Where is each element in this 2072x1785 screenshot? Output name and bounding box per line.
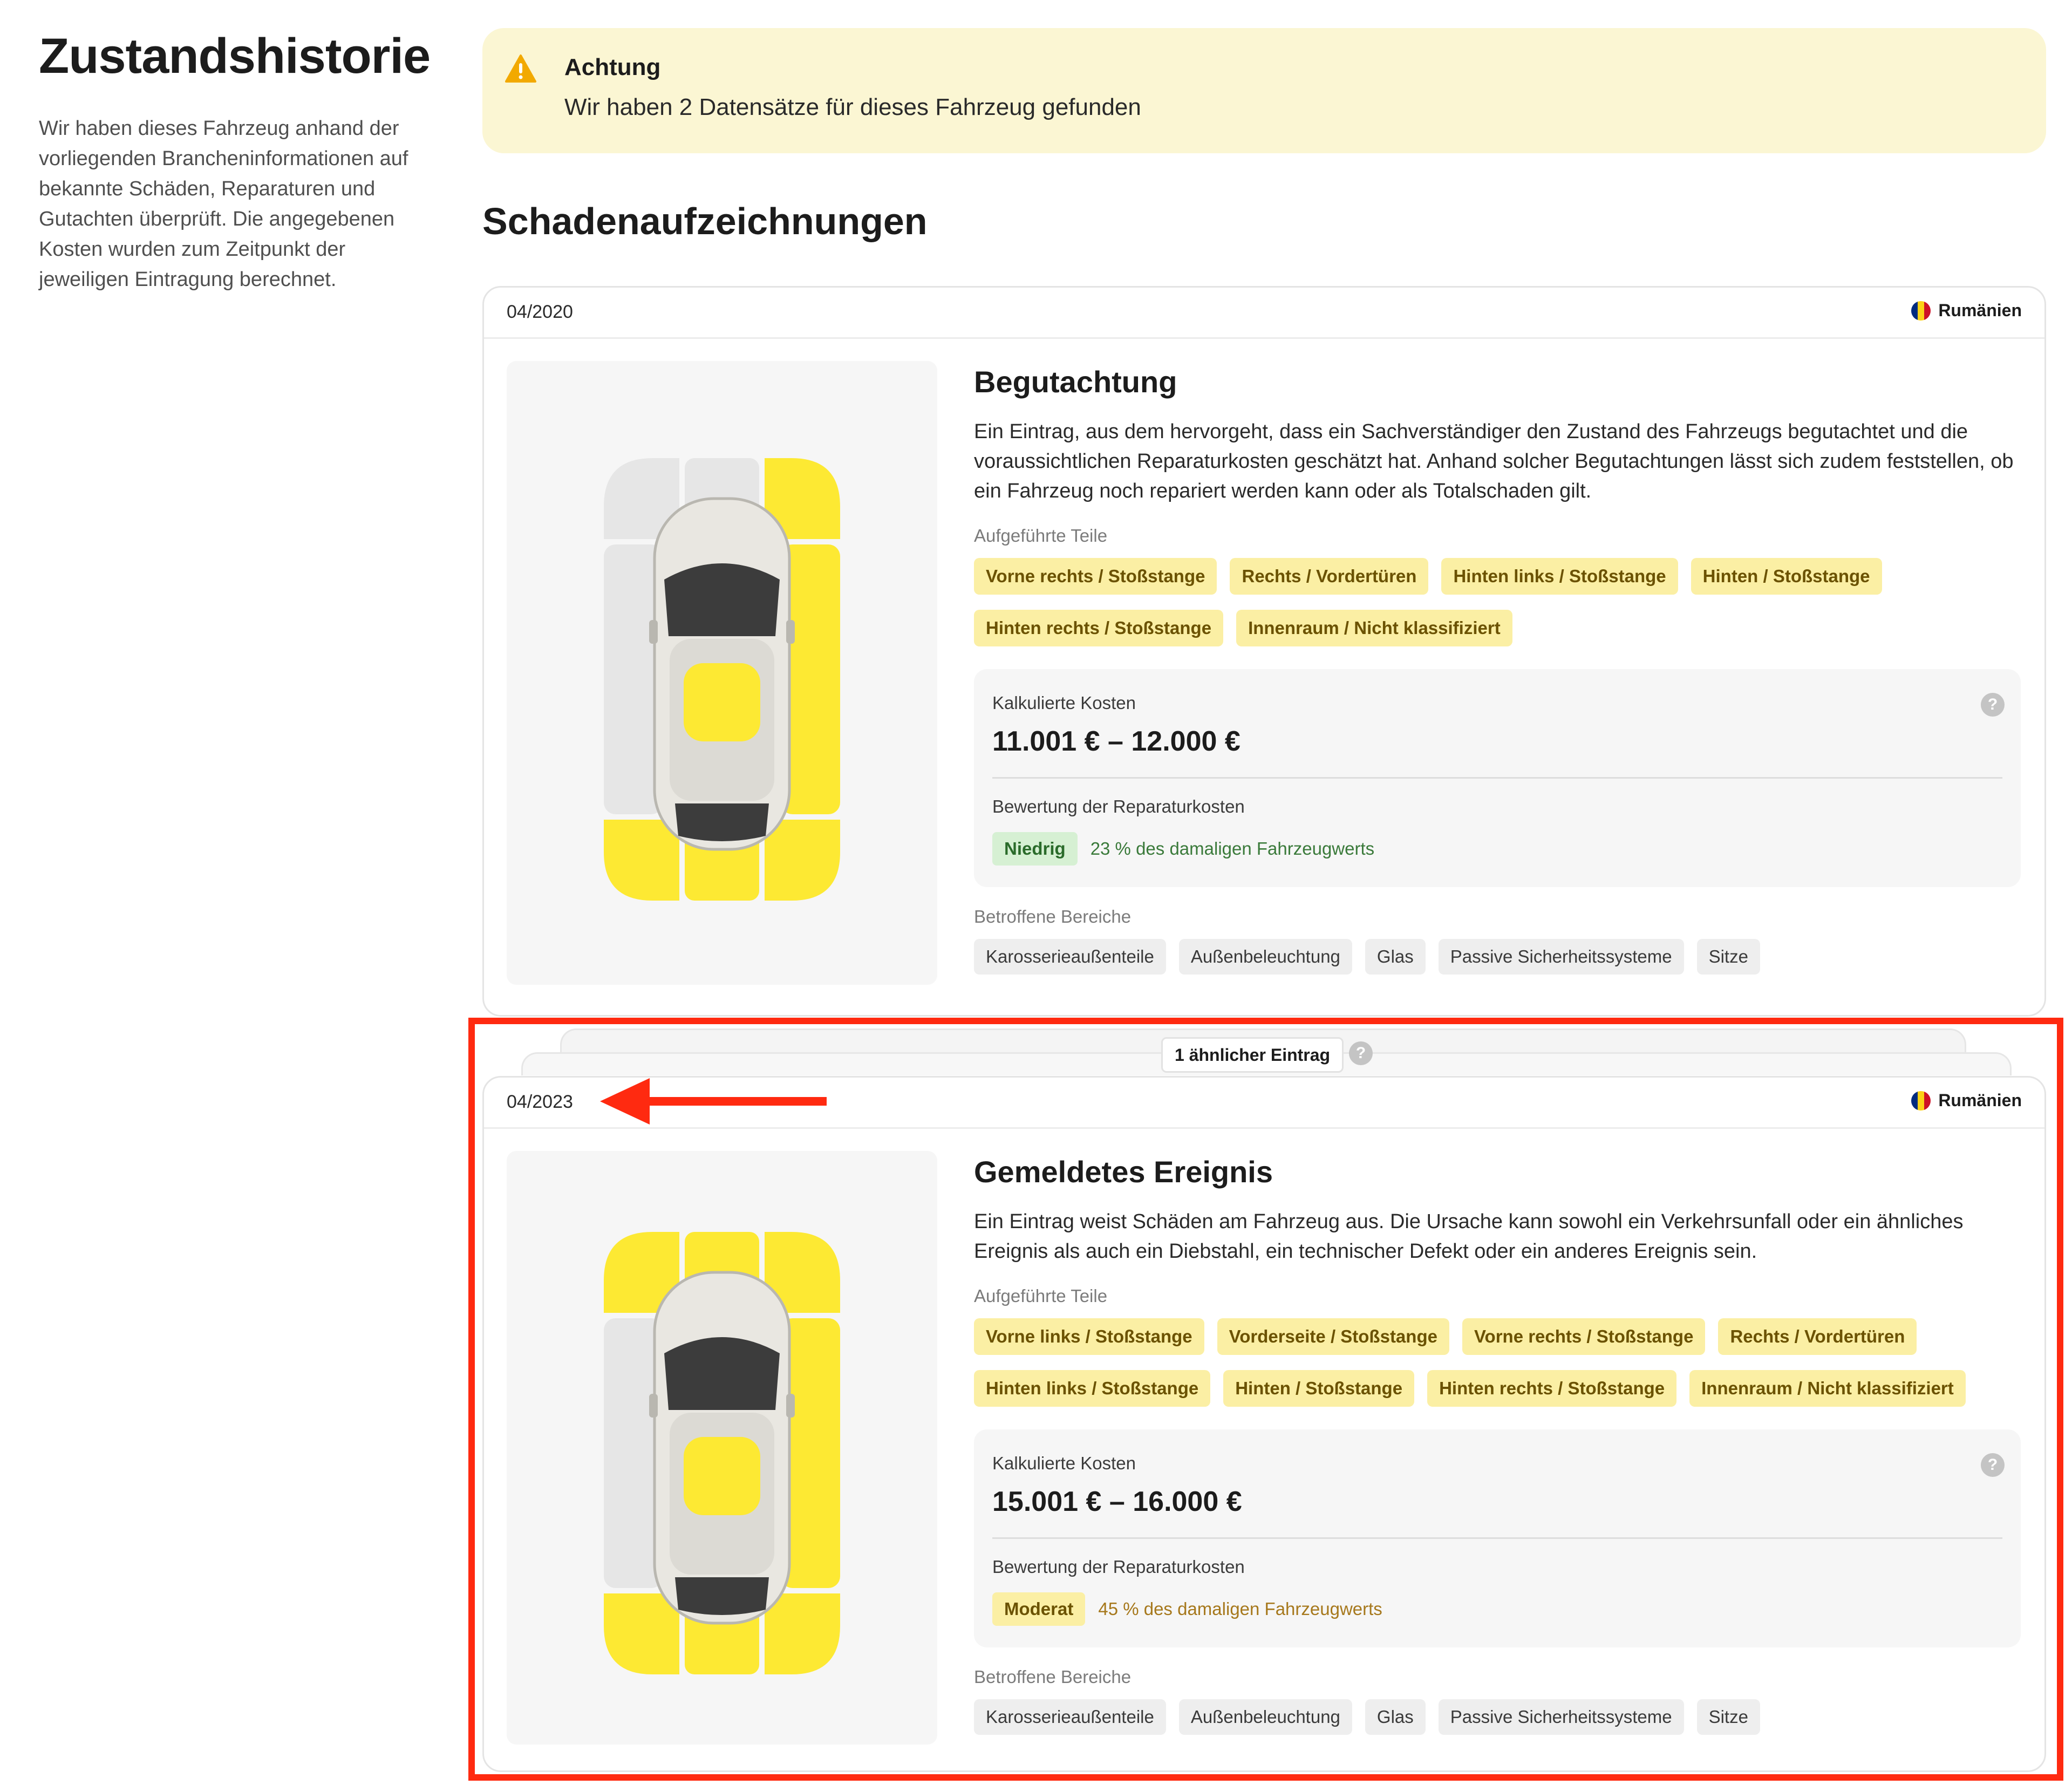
- record-header: 04/2020 Rumänien: [484, 288, 2044, 339]
- record-title: Begutachtung: [974, 365, 1177, 399]
- help-icon[interactable]: ?: [1981, 1453, 2005, 1477]
- area-chip: Sitze: [1696, 939, 1760, 975]
- record-content: Gemeldetes Ereignis Ein Eintrag weist Sc…: [974, 1151, 2021, 1735]
- areas-list: Karosserieaußenteile Außenbeleuchtung Gl…: [974, 939, 2021, 975]
- rating-badge: Moderat: [992, 1592, 1086, 1626]
- part-chip: Hinten rechts / Stoßstange: [1427, 1370, 1677, 1407]
- car-top-view: [604, 1232, 840, 1674]
- romania-flag-icon: [1911, 1091, 1931, 1110]
- record-title: Gemeldetes Ereignis: [974, 1155, 1273, 1189]
- areas-list: Karosserieaußenteile Außenbeleuchtung Gl…: [974, 1699, 2021, 1735]
- areas-label: Betroffene Bereiche: [974, 1667, 1132, 1687]
- part-chip: Rechts / Vordertüren: [1230, 558, 1429, 595]
- record-country: Rumänien: [1911, 1091, 2022, 1110]
- warning-icon: [505, 54, 536, 83]
- parts-list: Vorne rechts / Stoßstange Rechts / Vorde…: [974, 558, 2021, 646]
- rating-label: Bewertung der Reparaturkosten: [992, 1557, 1245, 1577]
- part-chip: Vorne links / Stoßstange: [974, 1318, 1204, 1355]
- record-description: Ein Eintrag, aus dem hervorgeht, dass ei…: [974, 420, 2014, 502]
- intro-text: Wir haben dieses Fahrzeug anhand der vor…: [39, 117, 408, 291]
- area-chip: Glas: [1365, 939, 1426, 975]
- country-name: Rumänien: [1938, 1091, 2022, 1110]
- part-chip: Hinten / Stoßstange: [1691, 558, 1882, 595]
- rating-row: Niedrig 23 % des damaligen Fahrzeugwerts: [992, 832, 1374, 866]
- damage-record-card: 04/2020 Rumänien Begutachtung Ein Eintra…: [482, 286, 2046, 1017]
- rating-badge: Niedrig: [992, 832, 1078, 866]
- zone-interior: [684, 1437, 760, 1515]
- part-chip: Rechts / Vordertüren: [1718, 1318, 1917, 1355]
- arrow-left-icon: [600, 1078, 827, 1125]
- part-chip: Hinten rechts / Stoßstange: [974, 610, 1224, 646]
- cost-box: Kalkulierte Kosten 11.001 € – 12.000 € ?…: [974, 669, 2021, 887]
- record-content: Begutachtung Ein Eintrag, aus dem hervor…: [974, 361, 2021, 975]
- cost-value: 15.001 € – 16.000 €: [992, 1486, 1242, 1517]
- cost-label: Kalkulierte Kosten: [992, 1453, 1136, 1473]
- similar-entry-button[interactable]: 1 ähnlicher Eintrag: [1161, 1037, 1344, 1073]
- divider: [992, 1537, 2002, 1539]
- rating-row: Moderat 45 % des damaligen Fahrzeugwerts: [992, 1592, 1382, 1626]
- part-chip: Hinten links / Stoßstange: [1441, 558, 1678, 595]
- zone-rear-left: [604, 1593, 679, 1674]
- part-chip: Vorne rechts / Stoßstange: [1462, 1318, 1706, 1355]
- area-chip: Passive Sicherheitssysteme: [1438, 939, 1684, 975]
- record-date: 04/2020: [507, 302, 573, 322]
- alert-title: Achtung: [564, 54, 661, 80]
- parts-label: Aufgeführte Teile: [974, 526, 1108, 546]
- help-icon[interactable]: ?: [1981, 693, 2005, 717]
- areas-label: Betroffene Bereiche: [974, 907, 1132, 926]
- rating-label: Bewertung der Reparaturkosten: [992, 796, 1245, 816]
- alert-text: Wir haben 2 Datensätze für dieses Fahrze…: [564, 94, 1141, 120]
- area-chip: Karosserieaußenteile: [974, 1699, 1166, 1735]
- parts-label: Aufgeführte Teile: [974, 1286, 1108, 1306]
- zone-rear-left: [604, 820, 679, 901]
- damage-record-card: 04/2023 Rumänien Gemeldetes Ereignis Ein…: [482, 1076, 2046, 1772]
- zone-rear-right: [765, 820, 840, 901]
- left-column: Zustandshistorie Wir haben dieses Fahrze…: [39, 28, 431, 295]
- part-chip: Innenraum / Nicht klassifiziert: [1689, 1370, 1966, 1407]
- page-title: Zustandshistorie: [39, 29, 431, 84]
- record-date: 04/2023: [507, 1092, 573, 1112]
- area-chip: Karosserieaußenteile: [974, 939, 1166, 975]
- help-icon[interactable]: ?: [1349, 1041, 1373, 1065]
- area-chip: Außenbeleuchtung: [1178, 939, 1352, 975]
- part-chip: Vorne rechts / Stoßstange: [974, 558, 1217, 595]
- divider: [992, 777, 2002, 779]
- part-chip: Hinten / Stoßstange: [1223, 1370, 1415, 1407]
- zone-interior: [684, 663, 760, 741]
- cost-box: Kalkulierte Kosten 15.001 € – 16.000 € ?…: [974, 1429, 2021, 1647]
- rating-text: 45 % des damaligen Fahrzeugwerts: [1098, 1599, 1382, 1619]
- warning-alert: Achtung Wir haben 2 Datensätze für diese…: [482, 28, 2046, 153]
- rating-text: 23 % des damaligen Fahrzeugwerts: [1090, 839, 1375, 859]
- zone-rear-right: [765, 1593, 840, 1674]
- record-country: Rumänien: [1911, 301, 2022, 321]
- cost-value: 11.001 € – 12.000 €: [992, 726, 1241, 757]
- romania-flag-icon: [1911, 301, 1931, 321]
- car-damage-diagram: [507, 1151, 937, 1745]
- area-chip: Außenbeleuchtung: [1178, 1699, 1352, 1735]
- parts-list: Vorne links / Stoßstange Vorderseite / S…: [974, 1318, 2021, 1407]
- area-chip: Sitze: [1696, 1699, 1760, 1735]
- cost-label: Kalkulierte Kosten: [992, 693, 1136, 713]
- country-name: Rumänien: [1938, 301, 2022, 320]
- area-chip: Passive Sicherheitssysteme: [1438, 1699, 1684, 1735]
- area-chip: Glas: [1365, 1699, 1426, 1735]
- car-top-view: [604, 458, 840, 901]
- record-description: Ein Eintrag weist Schäden am Fahrzeug au…: [974, 1210, 1964, 1263]
- part-chip: Vorderseite / Stoßstange: [1217, 1318, 1449, 1355]
- car-damage-diagram: [507, 361, 937, 985]
- part-chip: Innenraum / Nicht klassifiziert: [1236, 610, 1512, 646]
- section-title: Schadenaufzeichnungen: [482, 200, 928, 242]
- part-chip: Hinten links / Stoßstange: [974, 1370, 1211, 1407]
